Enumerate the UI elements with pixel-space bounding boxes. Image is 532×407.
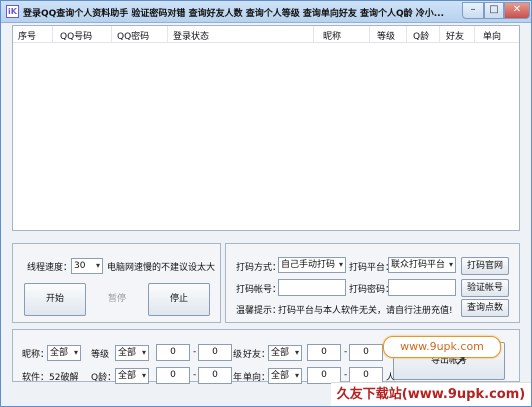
minimize-button[interactable]: – (462, 2, 484, 19)
site-watermark: 久友下载站(www.9upk.com) (331, 382, 531, 406)
friends-filter-select[interactable]: 全部 ▾ (268, 345, 302, 361)
level-filter-select[interactable]: 全部 ▾ (115, 345, 149, 361)
pause-button[interactable]: 暂停 (86, 283, 148, 316)
qage-to-input[interactable]: 0 (198, 367, 232, 384)
chevron-down-icon: ▾ (294, 348, 299, 357)
speed-panel: 线程速度： 30 ▾ 电脑网速慢的不建议设太大 开始 暂停 停止 (12, 243, 221, 323)
chevron-down-icon: ▾ (294, 371, 299, 380)
column-header-nickname[interactable]: 昵称 (323, 29, 341, 42)
nickname-filter-label: 昵称： (22, 350, 50, 360)
window-title: 登录QQ查询个人资料助手 验证密码对错 查询好友人数 查询个人等级 查询单向好友… (23, 9, 445, 19)
mouse-cursor-icon: ➚ (455, 353, 467, 369)
table-header: 序号 QQ号码 QQ密码 登录状态 昵称 等级 Q龄 好友 单向 (13, 26, 519, 43)
results-table[interactable]: 序号 QQ号码 QQ密码 登录状态 昵称 等级 Q龄 好友 单向 (12, 25, 520, 231)
chevron-down-icon: ▾ (448, 260, 453, 269)
nickname-filter-select[interactable]: 全部 ▾ (47, 345, 81, 361)
tip-text: 打码平台与本人软件无关，请自行注册充值! (278, 306, 453, 316)
qage-filter-select[interactable]: 全部 ▾ (115, 368, 149, 384)
column-header-level[interactable]: 等级 (377, 29, 395, 42)
oneway-filter-select[interactable]: 全部 ▾ (268, 368, 302, 384)
main-window: iK 登录QQ查询个人资料助手 验证密码对错 查询好友人数 查询个人等级 查询单… (0, 0, 532, 407)
level-to-input[interactable]: 0 (198, 344, 232, 361)
chevron-down-icon: ▾ (73, 348, 78, 357)
chevron-down-icon: ▾ (141, 371, 146, 380)
oneway-range-dash: - (344, 370, 348, 380)
software-label: 软件：52破解 (22, 373, 79, 383)
qage-unit: 年 (233, 373, 243, 383)
title-bar[interactable]: iK 登录QQ查询个人资料助手 验证密码对错 查询好友人数 查询个人等级 查询单… (1, 1, 531, 23)
level-filter-label: 等级 (91, 350, 110, 360)
qage-filter-label: Q龄： (91, 373, 117, 383)
chevron-down-icon: ▾ (95, 261, 100, 270)
oneway-filter-label: 单向： (243, 373, 271, 383)
captcha-mode-label: 打码方式： (236, 263, 282, 273)
speed-hint: 电脑网速慢的不建议设太大 (107, 263, 216, 273)
qage-range-dash: - (193, 370, 197, 380)
column-header-login-status[interactable]: 登录状态 (173, 29, 209, 42)
level-unit: 级 (233, 350, 243, 360)
chevron-down-icon: ▾ (338, 260, 343, 269)
friends-to-input[interactable]: 0 (349, 344, 383, 361)
qage-from-input[interactable]: 0 (156, 367, 190, 384)
app-icon: iK (6, 5, 19, 18)
captcha-account-input[interactable] (278, 279, 346, 296)
captcha-password-input[interactable] (388, 279, 456, 296)
friends-from-input[interactable]: 0 (307, 344, 341, 361)
tip-label: 温馨提示： (236, 306, 282, 316)
speed-select[interactable]: 30 ▾ (71, 258, 103, 274)
column-header-oneway[interactable]: 单向 (483, 29, 501, 42)
column-header-qq[interactable]: QQ号码 (60, 29, 92, 42)
column-header-index[interactable]: 序号 (18, 29, 36, 42)
friends-range-dash: - (344, 347, 348, 357)
column-header-qage[interactable]: Q龄 (413, 29, 429, 42)
captcha-site-button[interactable]: 打码官网 (461, 257, 509, 275)
column-header-friends[interactable]: 好友 (446, 29, 464, 42)
chevron-down-icon: ▾ (141, 348, 146, 357)
captcha-panel: 打码方式： 自己手动打码 ▾ 打码平台： 联众打码平台 ▾ 打码官网 打码帐号： 打… (225, 243, 520, 323)
captcha-platform-select[interactable]: 联众打码平台 ▾ (388, 257, 456, 273)
captcha-mode-select[interactable]: 自己手动打码 ▾ (278, 257, 346, 273)
stop-button[interactable]: 停止 (148, 283, 210, 316)
level-range-dash: - (193, 347, 197, 357)
url-tooltip: www.9upk.com (383, 336, 501, 358)
speed-label: 线程速度： (27, 263, 73, 273)
close-button[interactable]: ✕ (504, 2, 530, 19)
query-points-button[interactable]: 查询点数 (461, 299, 509, 317)
level-from-input[interactable]: 0 (156, 344, 190, 361)
friends-filter-label: 好友： (243, 350, 271, 360)
captcha-account-label: 打码帐号： (236, 285, 282, 295)
column-header-password[interactable]: QQ密码 (117, 29, 149, 42)
start-button[interactable]: 开始 (24, 283, 86, 316)
maximize-button[interactable]: □ (484, 2, 504, 19)
verify-account-button[interactable]: 验证帐号 (461, 279, 509, 297)
